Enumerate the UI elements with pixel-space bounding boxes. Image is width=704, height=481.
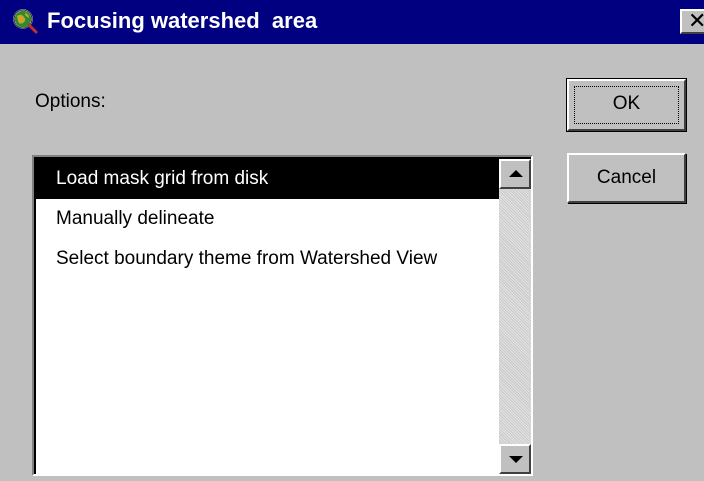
vertical-scrollbar[interactable] [499, 159, 531, 474]
listbox-frame: Load mask grid from disk Manually deline… [34, 157, 531, 474]
options-listbox[interactable]: Load mask grid from disk Manually deline… [32, 155, 533, 476]
scroll-up-button[interactable] [499, 159, 531, 189]
window-title: Focusing watershed area [47, 8, 318, 33]
scroll-down-button[interactable] [499, 444, 531, 474]
arrow-down-icon [509, 456, 523, 463]
list-item-manually-delineate[interactable]: Manually delineate [36, 199, 499, 239]
ok-button-label: OK [612, 93, 641, 114]
cancel-button[interactable]: Cancel [567, 153, 686, 203]
dialog-window: Focusing watershed area ✕ Options: OK Ca… [0, 0, 704, 481]
list-item-load-mask-grid[interactable]: Load mask grid from disk [36, 159, 499, 199]
close-icon: ✕ [688, 9, 704, 34]
cancel-button-label: Cancel [596, 167, 657, 188]
options-label: Options: [35, 91, 106, 112]
title-bar[interactable]: Focusing watershed area ✕ [0, 0, 704, 46]
options-list: Load mask grid from disk Manually deline… [36, 159, 499, 279]
close-button[interactable]: ✕ [680, 9, 704, 34]
ok-button[interactable]: OK [566, 78, 687, 132]
globe-magnifier-icon [13, 9, 38, 34]
list-item-select-boundary-theme[interactable]: Select boundary theme from Watershed Vie… [36, 239, 499, 279]
arrow-up-icon [509, 170, 523, 177]
